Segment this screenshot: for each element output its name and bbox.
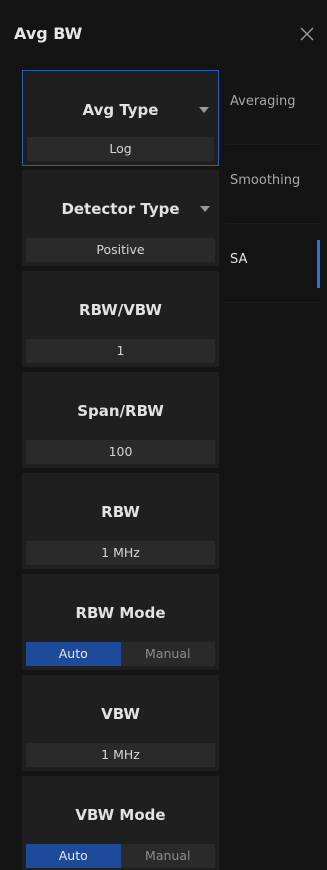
chevron-down-icon: [200, 206, 210, 212]
rbw-vbw-value: 1: [26, 339, 215, 363]
active-tab-indicator: [317, 240, 320, 288]
vbw-mode-manual-option[interactable]: Manual: [120, 844, 215, 868]
detector-type-label: Detector Type: [61, 200, 180, 218]
chevron-down-icon: [199, 107, 209, 113]
panel-title: Avg BW: [14, 24, 83, 43]
vbw-field[interactable]: VBW 1 MHz: [22, 675, 219, 771]
avg-type-dropdown[interactable]: Avg Type Log: [22, 70, 219, 166]
vbw-mode-toggle: VBW Mode Auto Manual: [22, 776, 219, 870]
tab-label: Smoothing: [230, 173, 301, 188]
span-rbw-label: Span/RBW: [77, 402, 164, 420]
vbw-value: 1 MHz: [26, 743, 215, 767]
vbw-mode-auto-option[interactable]: Auto: [26, 844, 121, 868]
tab-label: Averaging: [230, 94, 296, 109]
vbw-label: VBW: [101, 705, 140, 723]
tab-smoothing[interactable]: Smoothing: [219, 145, 327, 224]
rbw-mode-manual-option[interactable]: Manual: [120, 642, 215, 666]
rbw-vbw-field[interactable]: RBW/VBW 1: [22, 271, 219, 367]
span-rbw-field[interactable]: Span/RBW 100: [22, 372, 219, 468]
rbw-value: 1 MHz: [26, 541, 215, 565]
avg-type-label: Avg Type: [82, 101, 159, 119]
avg-type-value: Log: [27, 137, 214, 161]
tab-averaging[interactable]: Averaging: [219, 66, 327, 145]
tab-divider: [225, 302, 321, 303]
detector-type-value: Positive: [26, 238, 215, 262]
rbw-mode-auto-option[interactable]: Auto: [26, 642, 121, 666]
tab-sa[interactable]: SA: [219, 224, 327, 303]
tab-label: SA: [230, 252, 248, 267]
rbw-label: RBW: [101, 503, 140, 521]
vbw-mode-segmented: Auto Manual: [26, 844, 215, 868]
rbw-mode-label: RBW Mode: [75, 604, 166, 622]
vbw-mode-label: VBW Mode: [75, 806, 166, 824]
panel-header: Avg BW: [0, 0, 327, 66]
rbw-mode-segmented: Auto Manual: [26, 642, 215, 666]
rbw-mode-toggle: RBW Mode Auto Manual: [22, 574, 219, 670]
span-rbw-value: 100: [26, 440, 215, 464]
rbw-vbw-label: RBW/VBW: [79, 301, 162, 319]
detector-type-dropdown[interactable]: Detector Type Positive: [22, 170, 219, 266]
rbw-field[interactable]: RBW 1 MHz: [22, 473, 219, 569]
close-icon[interactable]: [295, 22, 319, 46]
